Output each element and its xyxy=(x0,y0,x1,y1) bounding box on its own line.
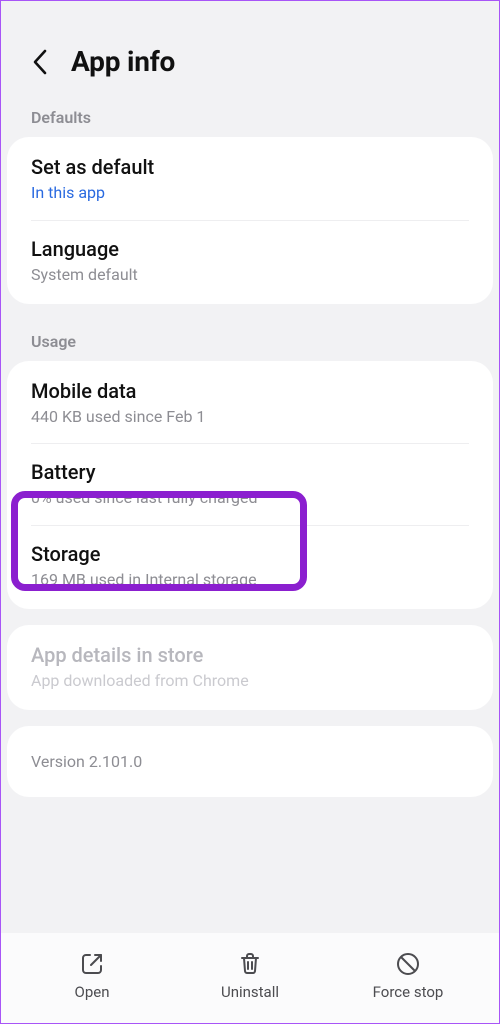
battery-sub: 0% used since last fully charged xyxy=(31,488,469,509)
set-as-default-title: Set as default xyxy=(31,155,469,180)
app-details-card: App details in store App downloaded from… xyxy=(7,625,493,710)
language-item[interactable]: Language System default xyxy=(7,221,493,302)
storage-title: Storage xyxy=(31,542,469,567)
mobile-data-title: Mobile data xyxy=(31,379,469,404)
mobile-data-item[interactable]: Mobile data 440 KB used since Feb 1 xyxy=(7,363,493,444)
open-button[interactable]: Open xyxy=(13,951,171,1001)
open-label: Open xyxy=(75,983,110,1001)
uninstall-label: Uninstall xyxy=(221,983,279,1001)
version-text: Version 2.101.0 xyxy=(7,728,493,795)
header: App info xyxy=(1,1,499,96)
set-as-default-sub: In this app xyxy=(31,183,469,204)
force-stop-button[interactable]: Force stop xyxy=(329,951,487,1001)
uninstall-button[interactable]: Uninstall xyxy=(171,951,329,1001)
bottom-bar: Open Uninstall Force stop xyxy=(1,933,499,1023)
app-details-sub: App downloaded from Chrome xyxy=(31,671,469,692)
section-label-defaults: Defaults xyxy=(1,96,499,137)
mobile-data-sub: 440 KB used since Feb 1 xyxy=(31,407,469,428)
storage-sub: 169 MB used in Internal storage xyxy=(31,570,469,591)
usage-card: Mobile data 440 KB used since Feb 1 Batt… xyxy=(7,361,493,609)
app-details-title: App details in store xyxy=(31,643,469,668)
trash-icon xyxy=(237,951,263,977)
force-stop-label: Force stop xyxy=(373,983,444,1001)
back-icon[interactable] xyxy=(31,48,49,76)
version-card: Version 2.101.0 xyxy=(7,726,493,797)
set-as-default-item[interactable]: Set as default In this app xyxy=(7,139,493,220)
language-title: Language xyxy=(31,237,469,262)
open-icon xyxy=(79,951,105,977)
page-title: App info xyxy=(71,45,175,78)
battery-item[interactable]: Battery 0% used since last fully charged xyxy=(7,444,493,525)
battery-title: Battery xyxy=(31,460,469,485)
language-sub: System default xyxy=(31,265,469,286)
storage-item[interactable]: Storage 169 MB used in Internal storage xyxy=(7,526,493,607)
defaults-card: Set as default In this app Language Syst… xyxy=(7,137,493,304)
section-label-usage: Usage xyxy=(1,320,499,361)
app-details-item: App details in store App downloaded from… xyxy=(7,627,493,708)
stop-icon xyxy=(395,951,421,977)
